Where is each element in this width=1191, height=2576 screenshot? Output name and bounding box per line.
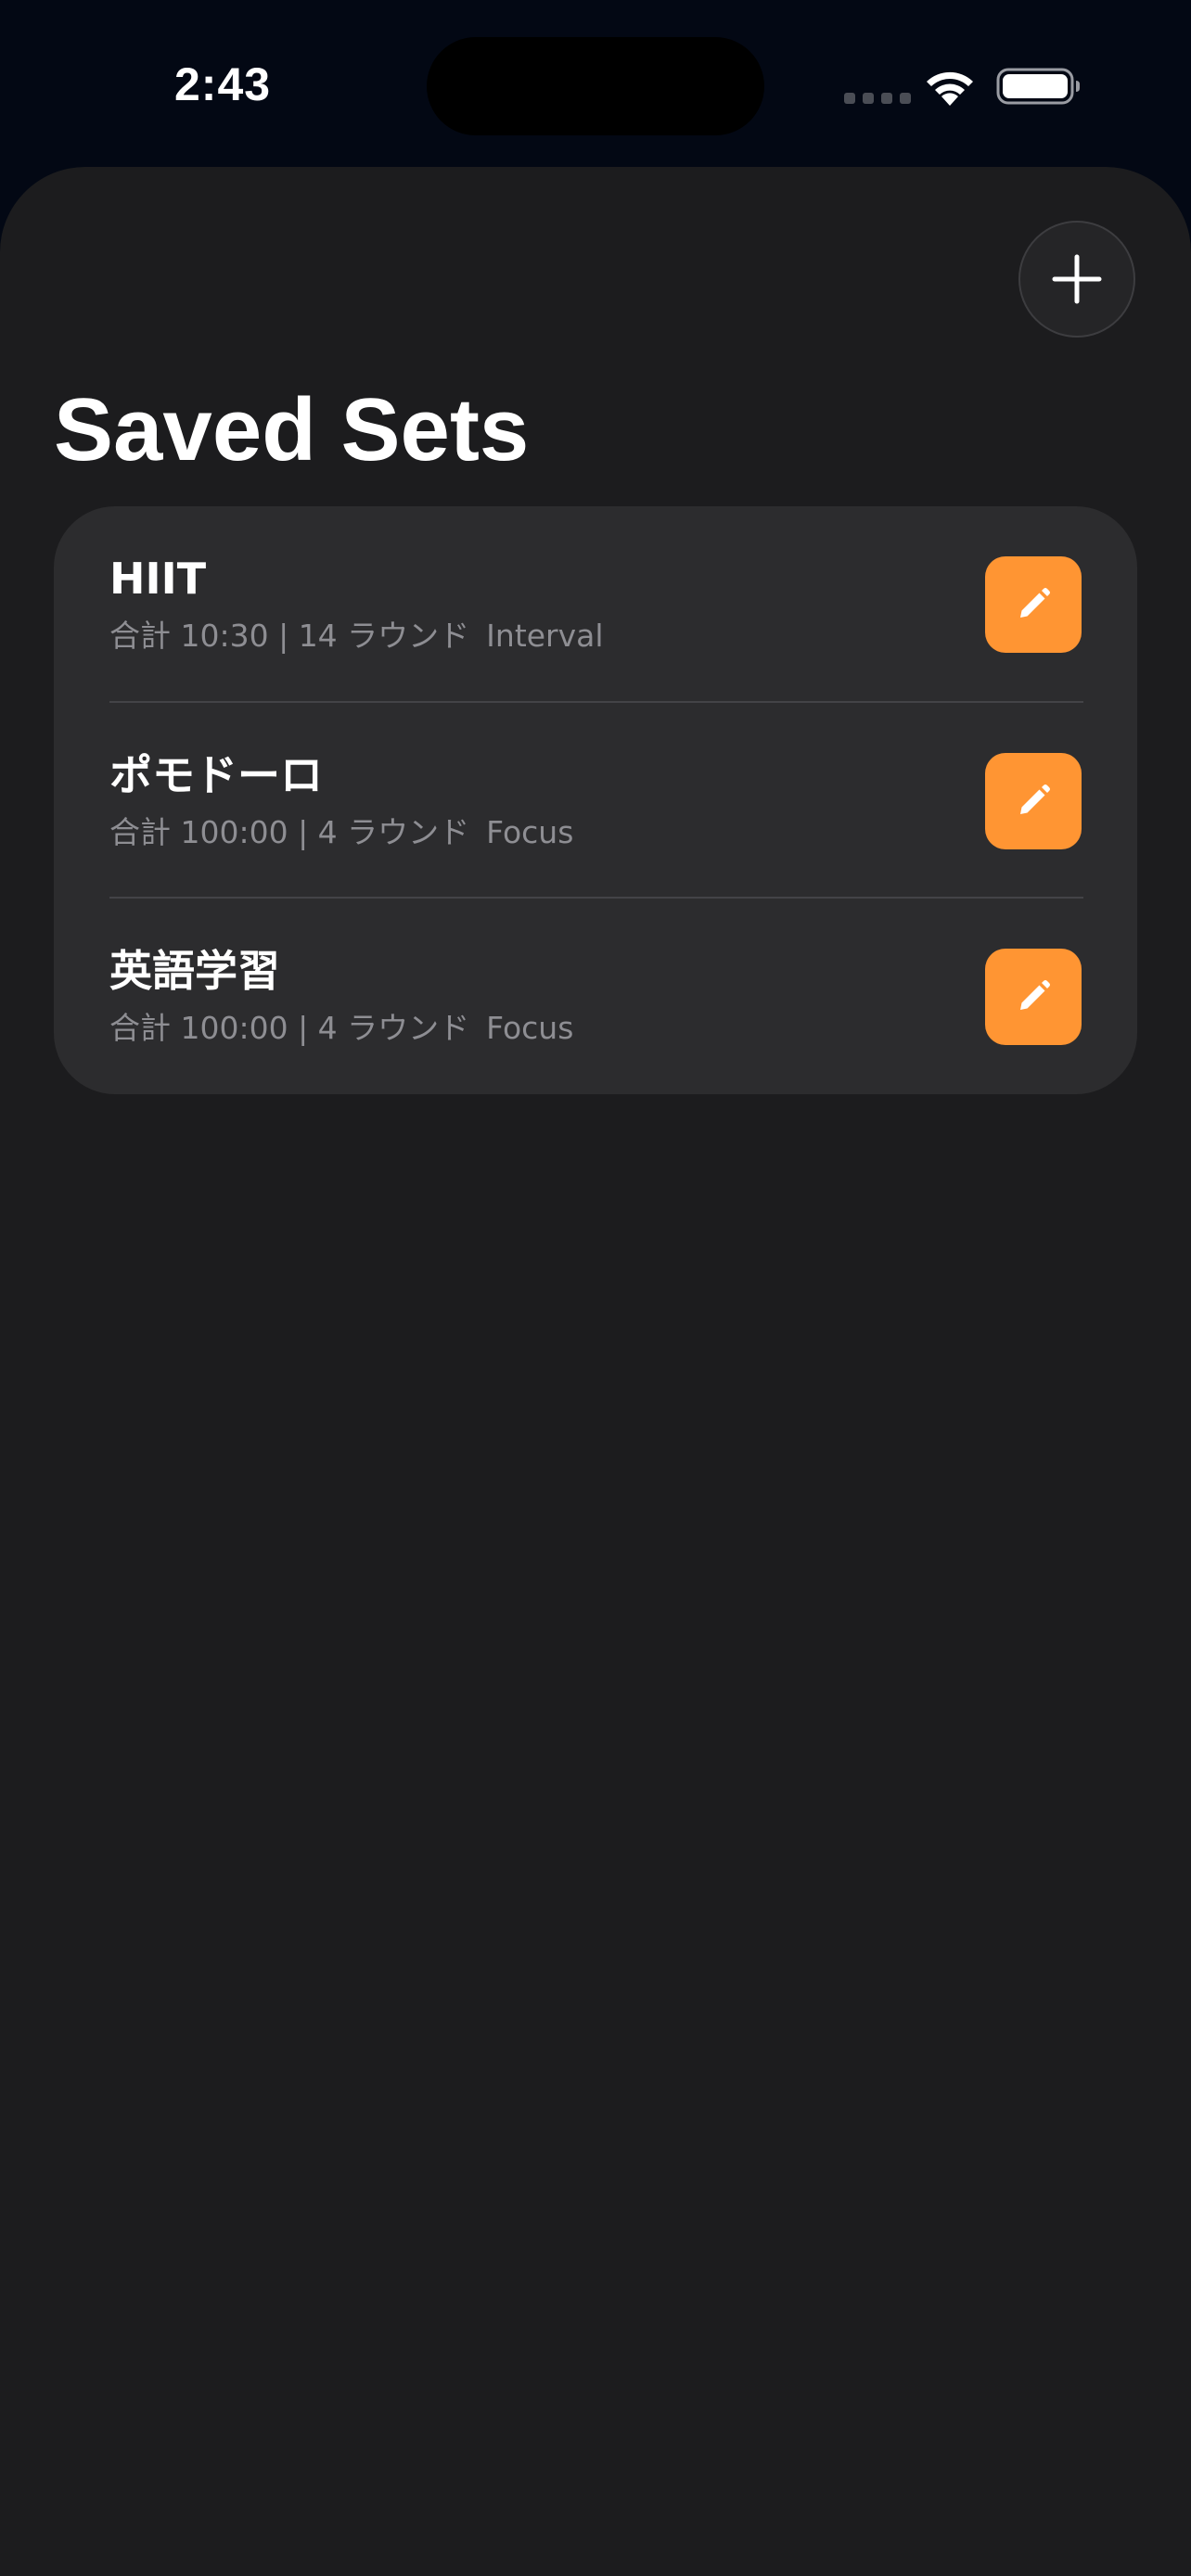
set-name: ポモドーロ [109,750,323,800]
set-tag: Focus [486,814,574,850]
edit-set-button[interactable] [985,949,1082,1045]
set-name: HIIT [109,554,207,604]
edit-set-button[interactable] [985,753,1082,849]
set-total: 合計 100:00 | 4 ラウンド [109,814,470,850]
list-item-english-study[interactable]: 英語学習 合計 100:00 | 4 ラウンド Focus [54,899,1137,1094]
battery-icon [996,68,1080,105]
set-summary: 合計 100:00 | 4 ラウンド Focus [109,1008,573,1049]
status-time: 2:43 [174,58,272,110]
set-summary: 合計 100:00 | 4 ラウンド Focus [109,812,573,853]
set-total: 合計 100:00 | 4 ラウンド [109,1010,470,1046]
set-summary: 合計 10:30 | 14 ラウンド Interval [109,616,604,657]
dynamic-island [427,37,764,135]
set-tag: Focus [486,1010,574,1046]
saved-sets-list: HIIT 合計 10:30 | 14 ラウンド Interval ポモドーロ 合計… [54,506,1137,1094]
screen: 2:43 Saved Sets HIIT 合計 10:30 | 14 ラウンド I… [0,0,1191,2576]
set-name: 英語学習 [109,946,280,996]
pencil-icon [1020,784,1050,814]
plus-icon [1052,254,1102,304]
list-item-pomodoro[interactable]: ポモドーロ 合計 100:00 | 4 ラウンド Focus [54,703,1137,899]
edit-set-button[interactable] [985,556,1082,653]
set-tag: Interval [486,618,604,654]
wifi-icon [927,71,973,106]
list-item-hiit[interactable]: HIIT 合計 10:30 | 14 ラウンド Interval [54,506,1137,702]
pencil-icon [1020,980,1050,1010]
page-title: Saved Sets [54,380,530,479]
cellular-signal-icon [844,93,911,104]
set-total: 合計 10:30 | 14 ラウンド [109,618,470,654]
pencil-icon [1020,588,1050,618]
add-set-button[interactable] [1018,221,1135,338]
